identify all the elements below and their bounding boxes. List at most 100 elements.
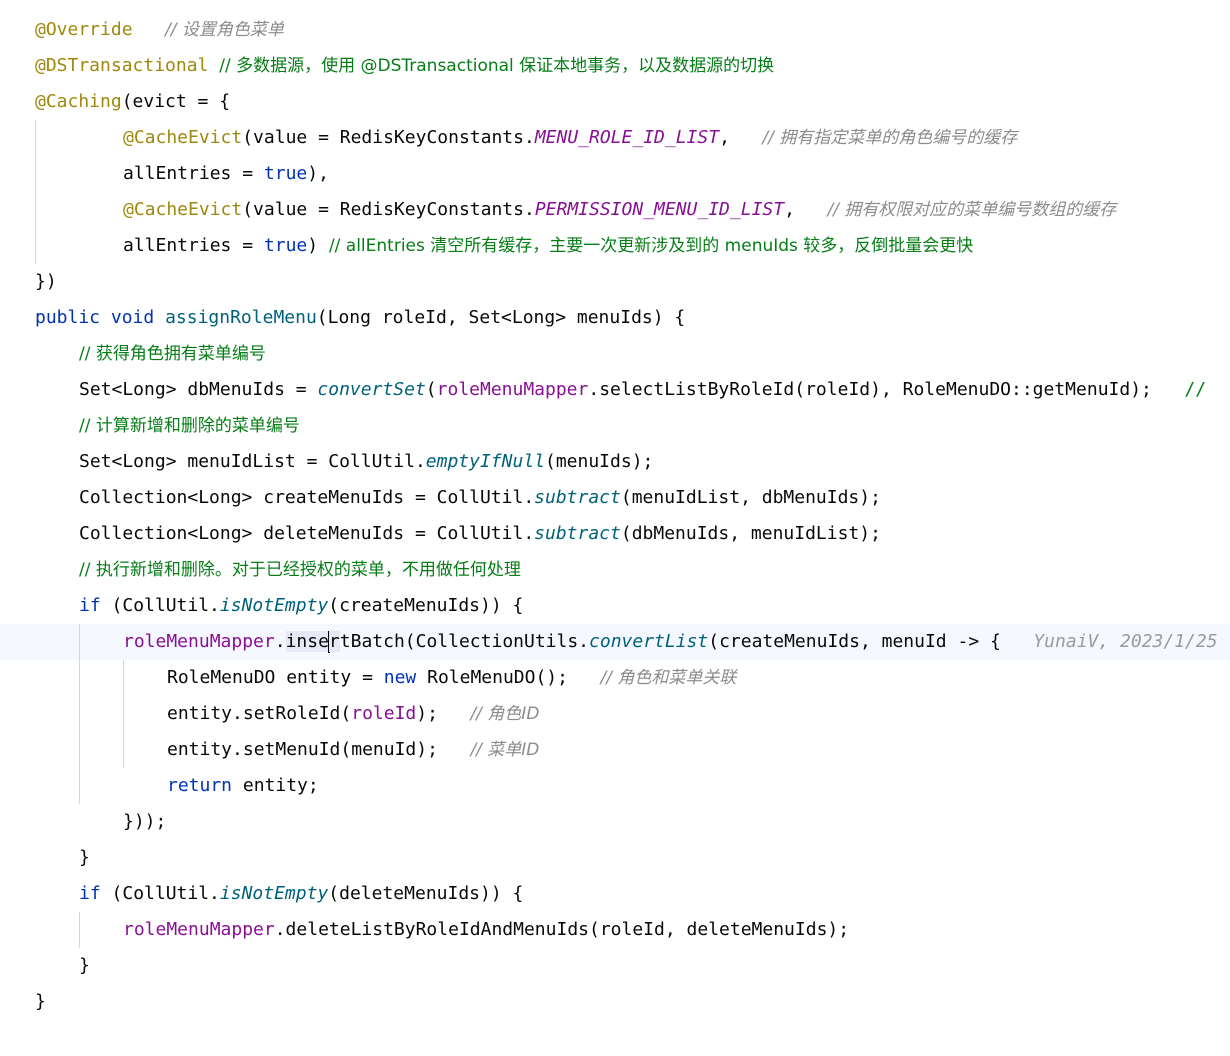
code-line[interactable]: allEntries = true) // allEntries 清空所有缓存，…: [0, 228, 1230, 264]
code-token-plain: (createMenuIds, menuId -> {: [708, 631, 1034, 652]
code-editor[interactable]: @Override // 设置角色菜单 @DSTransactional // 多…: [0, 0, 1230, 1056]
code-text: allEntries = true),: [123, 156, 329, 192]
code-text: // 获得角色拥有菜单编号: [79, 336, 266, 372]
code-token-plain: Set<Long> dbMenuIds =: [79, 379, 318, 400]
code-token-sel: r: [328, 631, 340, 652]
code-line[interactable]: }: [0, 984, 1230, 1020]
code-text: @CacheEvict(value = RedisKeyConstants.ME…: [123, 120, 1017, 156]
code-token-plain: );: [416, 703, 471, 724]
code-token-cmt2: // allEntries 清空所有缓存，主要一次更新涉及到的 menuIds …: [328, 236, 974, 256]
code-text: @DSTransactional // 多数据源，使用 @DSTransacti…: [35, 48, 774, 84]
code-token-param: roleId: [351, 703, 417, 724]
code-token-plain: entity;: [232, 775, 319, 796]
code-token-kw: true: [263, 163, 308, 184]
code-text: // 执行新增和删除。对于已经授权的菜单，不用做任何处理: [79, 552, 521, 588]
code-line[interactable]: @DSTransactional // 多数据源，使用 @DSTransacti…: [0, 48, 1230, 84]
code-token-cmt: // 拥有指定菜单的角色编号的缓存: [762, 128, 1018, 148]
code-token-ann: @Caching: [35, 91, 122, 112]
indent-guide: [79, 912, 80, 948]
code-token-kw: true: [263, 235, 308, 256]
code-token-stat: emptyIfNull: [425, 451, 545, 472]
code-line[interactable]: if (CollUtil.isNotEmpty(deleteMenuIds)) …: [0, 876, 1230, 912]
code-line[interactable]: Set<Long> dbMenuIds = convertSet(roleMen…: [0, 372, 1230, 408]
code-token-cmt: // 菜单ID: [470, 740, 540, 760]
code-token-plain: (value = RedisKeyConstants.: [242, 199, 535, 220]
code-text: return entity;: [167, 768, 319, 804]
code-token-plain: entity.setMenuId(menuId);: [167, 739, 471, 760]
code-token-plain: ,: [784, 199, 828, 220]
code-text: // 计算新增和删除的菜单编号: [79, 408, 300, 444]
code-line[interactable]: public void assignRoleMenu(Long roleId, …: [0, 300, 1230, 336]
code-token-plain: (CollUtil.: [100, 595, 220, 616]
code-token-fld: roleMenuMapper: [123, 919, 275, 940]
code-line[interactable]: Collection<Long> createMenuIds = CollUti…: [0, 480, 1230, 516]
code-line[interactable]: // 计算新增和删除的菜单编号: [0, 408, 1230, 444]
code-token-plain: Collection<Long> deleteMenuIds = CollUti…: [79, 523, 535, 544]
code-token-plain: (Long roleId, Set<Long> menuIds) {: [316, 307, 686, 328]
code-text: }));: [123, 804, 166, 840]
code-line[interactable]: Collection<Long> deleteMenuIds = CollUti…: [0, 516, 1230, 552]
code-token-plain: allEntries =: [123, 163, 264, 184]
code-line[interactable]: entity.setRoleId(roleId); // 角色ID: [0, 696, 1230, 732]
code-token-cmt2: // 计算新增和删除的菜单编号: [79, 416, 300, 436]
code-line[interactable]: if (CollUtil.isNotEmpty(createMenuIds)) …: [0, 588, 1230, 624]
code-line[interactable]: @Caching(evict = {: [0, 84, 1230, 120]
code-token-kw: void: [110, 307, 155, 328]
code-line[interactable]: entity.setMenuId(menuId); // 菜单ID: [0, 732, 1230, 768]
code-text: }: [35, 984, 46, 1020]
code-token-cmt: // 设置角色菜单: [165, 20, 284, 40]
code-token-cmt2: // 获得角色拥有菜单编号: [79, 344, 266, 364]
code-token-stat: isNotEmpty: [219, 595, 329, 616]
code-line[interactable]: allEntries = true),: [0, 156, 1230, 192]
code-token-plain: (dbMenuIds, menuIdList);: [620, 523, 881, 544]
code-token-meth: assignRoleMenu: [165, 307, 317, 328]
code-line[interactable]: }: [0, 948, 1230, 984]
code-token-plain: }: [79, 847, 90, 868]
code-token-cmt2: // 多数据源，使用 @DSTransactional 保证本地事务，以及数据源…: [219, 56, 775, 76]
code-text: }): [35, 264, 57, 300]
code-token-kw: public: [35, 307, 101, 328]
code-token-plain: ,: [719, 127, 763, 148]
code-text: @Caching(evict = {: [35, 84, 230, 120]
code-line[interactable]: @Override // 设置角色菜单: [0, 12, 1230, 48]
code-token-cmt: // 角色ID: [470, 704, 540, 724]
code-text: Set<Long> dbMenuIds = convertSet(roleMen…: [79, 372, 1206, 408]
code-text: }: [79, 840, 90, 876]
code-text: roleMenuMapper.insertBatch(CollectionUti…: [123, 624, 1218, 660]
code-token-plain: RoleMenuDO();: [416, 667, 601, 688]
indent-guide: [79, 624, 80, 804]
code-line[interactable]: RoleMenuDO entity = new RoleMenuDO(); //…: [0, 660, 1230, 696]
code-token-plain: }: [79, 955, 90, 976]
code-token-plain: tBatch(CollectionUtils.: [339, 631, 590, 652]
code-token-stat: subtract: [534, 487, 621, 508]
code-line[interactable]: roleMenuMapper.insertBatch(CollectionUti…: [0, 624, 1230, 660]
code-text: allEntries = true) // allEntries 清空所有缓存，…: [123, 228, 973, 264]
code-text: if (CollUtil.isNotEmpty(createMenuIds)) …: [79, 588, 523, 624]
code-token-plain: (value = RedisKeyConstants.: [242, 127, 535, 148]
code-token-kw: new: [383, 667, 417, 688]
code-token-plain: (CollUtil.: [100, 883, 220, 904]
code-line[interactable]: // 获得角色拥有菜单编号: [0, 336, 1230, 372]
code-text: entity.setRoleId(roleId); // 角色ID: [167, 696, 539, 732]
code-token-plain: (deleteMenuIds)) {: [328, 883, 524, 904]
code-line[interactable]: return entity;: [0, 768, 1230, 804]
code-token-ann: @Override: [35, 19, 133, 40]
code-line[interactable]: @CacheEvict(value = RedisKeyConstants.ME…: [0, 120, 1230, 156]
code-line[interactable]: Set<Long> menuIdList = CollUtil.emptyIfN…: [0, 444, 1230, 480]
code-token-plain: ),: [307, 163, 329, 184]
code-token-cst: PERMISSION_MENU_ID_LIST: [534, 199, 785, 220]
code-text: Collection<Long> createMenuIds = CollUti…: [79, 480, 881, 516]
code-token-cmt2: // 执行新增和删除。对于已经授权的菜单，不用做任何处理: [79, 560, 521, 580]
code-line[interactable]: }: [0, 840, 1230, 876]
code-token-fld: roleMenuMapper: [123, 631, 275, 652]
code-line[interactable]: }));: [0, 804, 1230, 840]
code-token-plain: entity.setRoleId(: [167, 703, 352, 724]
code-line[interactable]: // 执行新增和删除。对于已经授权的菜单，不用做任何处理: [0, 552, 1230, 588]
code-line[interactable]: @CacheEvict(value = RedisKeyConstants.PE…: [0, 192, 1230, 228]
code-text: public void assignRoleMenu(Long roleId, …: [35, 300, 685, 336]
code-line[interactable]: roleMenuMapper.deleteListByRoleIdAndMenu…: [0, 912, 1230, 948]
code-line[interactable]: }): [0, 264, 1230, 300]
